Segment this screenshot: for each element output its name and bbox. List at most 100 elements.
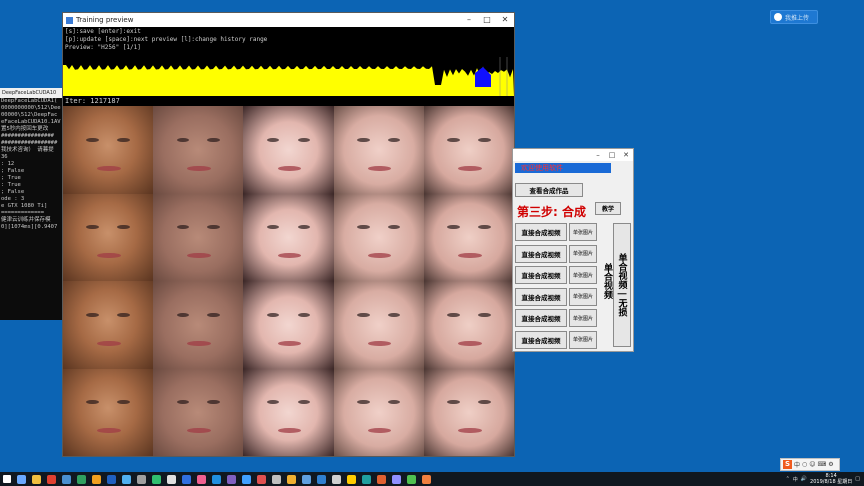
face-mouth (458, 340, 482, 346)
preview-face-image (423, 106, 514, 194)
taskbar-app-icon[interactable] (182, 474, 191, 484)
taskbar-app-icon[interactable] (107, 474, 116, 484)
iteration-counter: Iter: 1217187 (63, 96, 514, 106)
loss-history-graph (63, 57, 514, 96)
face-eye (387, 137, 401, 142)
merge-video-button[interactable]: 直接合成视频 (515, 244, 567, 263)
single-image-button[interactable]: 单张图片 (569, 244, 597, 263)
taskbar-app-icon[interactable] (287, 474, 296, 484)
merge-tool-window[interactable]: – □ ✕ 欢迎使用软件 查看合成作品 第三步: 合成 教学 直接合成视频 单张图… (512, 148, 634, 352)
face-eye (86, 225, 100, 230)
training-preview-window[interactable]: Training preview – □ ✕ [s]:save [enter]:… (62, 12, 515, 457)
ime-lang-icon[interactable]: 中 (794, 460, 800, 469)
taskbar-app-icon[interactable] (227, 474, 236, 484)
taskbar-app-icon[interactable] (32, 474, 41, 484)
face-mouth (97, 165, 121, 171)
close-icon[interactable]: ✕ (619, 149, 633, 163)
single-image-button[interactable]: 单张图片 (569, 223, 597, 241)
preview-face-image (423, 368, 514, 456)
taskbar-app-icon[interactable] (272, 474, 281, 484)
volume-icon[interactable]: 🔊 (801, 476, 807, 482)
app-icon (66, 16, 73, 24)
merge-video-button[interactable]: 直接合成视频 (515, 330, 567, 349)
preview-titlebar[interactable]: Training preview – □ ✕ (63, 13, 514, 27)
face-eye (117, 225, 130, 230)
taskbar-app-icon[interactable] (332, 474, 341, 484)
console-line: 我技术咨询） 请暮提 (1, 147, 54, 153)
clock-date: 2019/8/18 星期日 (810, 479, 853, 485)
taskbar-app-icon[interactable] (407, 474, 416, 484)
taskbar-app-icon[interactable] (152, 474, 161, 484)
taskbar-app-icon[interactable] (92, 474, 101, 484)
preview-face-image (63, 106, 154, 194)
minimize-icon[interactable]: – (591, 149, 605, 163)
taskbar-app-icon[interactable] (122, 474, 131, 484)
console-line: 0000000000\512\Dee (1, 105, 61, 111)
merge-video-button[interactable]: 直接合成视频 (515, 266, 567, 284)
taskbar-app-icon[interactable] (137, 474, 146, 484)
taskbar-app-icon[interactable] (47, 474, 56, 484)
taskbar-app-icon[interactable] (377, 474, 386, 484)
console-window[interactable]: DeepFaceLabCUDA10 DeepFaceLabCUDA1(00000… (0, 88, 64, 320)
face-eye (447, 312, 460, 317)
merge-video-button[interactable]: 直接合成视频 (515, 223, 567, 241)
taskbar-app-icon[interactable] (362, 474, 371, 484)
face-eye (477, 400, 491, 405)
notification-icon[interactable]: □ (855, 476, 860, 482)
console-line: 36 (1, 154, 8, 160)
taskbar-app-icon[interactable] (317, 474, 326, 484)
single-image-button[interactable]: 单张图片 (569, 287, 597, 306)
clock[interactable]: 8:14 2019/8/18 星期日 (810, 473, 852, 485)
sogou-icon[interactable]: S (783, 460, 792, 469)
ime-punct-icon[interactable]: ○ (802, 461, 807, 468)
tray-ime-icon[interactable]: 中 (793, 476, 798, 483)
console-line: ################# (1, 140, 58, 146)
console-line: : True (1, 182, 21, 188)
preview-help-text: [s]:save [enter]:exit [p]:update [space]… (63, 27, 514, 57)
tutorial-button[interactable]: 教学 (595, 202, 621, 215)
taskbar-app-icon[interactable] (62, 474, 71, 484)
face-eye (266, 400, 280, 405)
single-image-button[interactable]: 单张图片 (569, 266, 597, 284)
taskbar-app-icon[interactable] (167, 474, 176, 484)
face-eye (447, 137, 460, 142)
taskbar-app-icon[interactable] (197, 474, 206, 484)
maximize-icon[interactable]: □ (605, 149, 619, 163)
start-icon[interactable] (3, 475, 11, 483)
ime-toolbar[interactable]: S 中 ○ ☺ ⌨ ⚙ (780, 458, 840, 471)
preview-face-image (243, 193, 334, 281)
face-eye (387, 312, 401, 317)
taskbar-app-icon[interactable] (347, 474, 356, 484)
lossless-merge-button[interactable]: 单合视频 | 无损 (613, 223, 631, 347)
search-icon[interactable] (17, 474, 26, 484)
face-eye (477, 137, 491, 142)
face-eye (387, 400, 401, 405)
taskbar-app-icon[interactable] (422, 474, 431, 484)
close-icon[interactable]: ✕ (496, 13, 514, 27)
tray-chevron-icon[interactable]: ⌃ (786, 476, 790, 482)
taskbar-app-icon[interactable] (302, 474, 311, 484)
face-mouth (97, 340, 121, 346)
taskbar-app-icon[interactable] (242, 474, 251, 484)
console-line: ode : 3 (1, 196, 25, 202)
taskbar-app-icon[interactable] (77, 474, 86, 484)
maximize-icon[interactable]: □ (478, 13, 496, 27)
face-mouth (367, 428, 392, 434)
tool-titlebar[interactable]: – □ ✕ (513, 149, 633, 161)
taskbar-app-icon[interactable] (257, 474, 266, 484)
face-mouth (458, 253, 482, 259)
minimize-icon[interactable]: – (460, 13, 478, 27)
ime-keyboard-icon[interactable]: ⌨ (818, 461, 827, 468)
view-results-button[interactable]: 查看合成作品 (515, 183, 583, 197)
merge-video-button[interactable]: 直接合成视频 (515, 287, 567, 306)
single-image-button[interactable]: 单张图片 (569, 309, 597, 327)
ime-settings-icon[interactable]: ⚙ (828, 461, 833, 468)
face-eye (357, 137, 370, 142)
face-eye (297, 225, 311, 230)
ime-emoji-icon[interactable]: ☺ (809, 461, 815, 468)
taskbar-app-icon[interactable] (212, 474, 221, 484)
merge-video-button[interactable]: 直接合成视频 (515, 309, 567, 327)
cloud-upload-badge[interactable]: 我推上传 (770, 10, 818, 24)
taskbar-app-icon[interactable] (392, 474, 401, 484)
single-image-button[interactable]: 单张图片 (569, 330, 597, 349)
